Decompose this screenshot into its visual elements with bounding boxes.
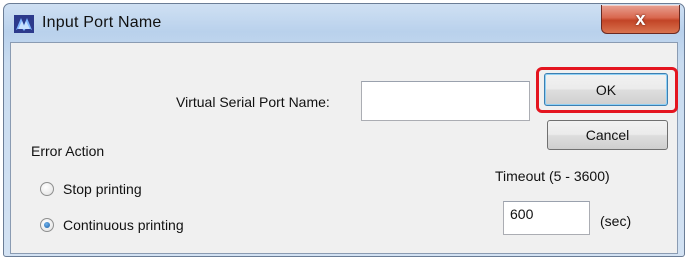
- timeout-label: Timeout (5 - 3600): [495, 168, 610, 184]
- window-title: Input Port Name: [42, 14, 162, 31]
- close-icon: x: [635, 8, 646, 29]
- title-bar[interactable]: Input Port Name x: [4, 4, 684, 42]
- cancel-button[interactable]: Cancel: [547, 120, 668, 150]
- stop-printing-label[interactable]: Stop printing: [63, 181, 142, 197]
- radio-selected-dot: [44, 222, 50, 228]
- ok-button[interactable]: OK: [544, 73, 668, 106]
- continuous-printing-label[interactable]: Continuous printing: [63, 217, 184, 233]
- close-button[interactable]: x: [601, 5, 680, 34]
- stop-printing-radio[interactable]: [40, 182, 54, 196]
- error-action-label: Error Action: [31, 143, 105, 159]
- port-name-label: Virtual Serial Port Name:: [176, 94, 330, 110]
- timeout-input[interactable]: [503, 201, 590, 235]
- continuous-printing-radio[interactable]: [40, 218, 54, 232]
- dialog-window: Input Port Name x Virtual Serial Port Na…: [3, 3, 685, 257]
- dialog-body: Virtual Serial Port Name: OK Cancel Erro…: [10, 42, 678, 254]
- timeout-unit-label: (sec): [600, 213, 632, 229]
- port-name-input[interactable]: [361, 81, 530, 121]
- app-logo-icon: [14, 15, 34, 33]
